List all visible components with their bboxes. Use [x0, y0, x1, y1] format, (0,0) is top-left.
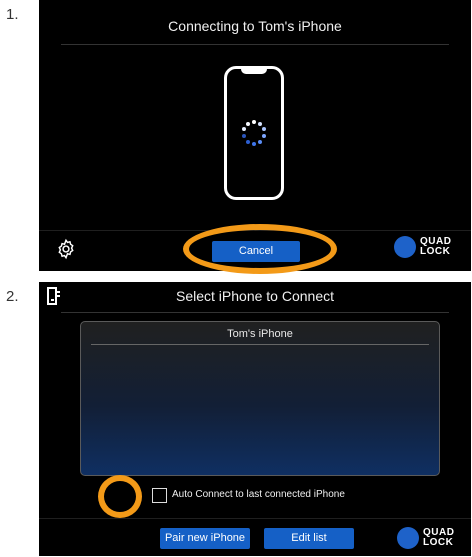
iphone-list-panel: Tom's iPhone — [80, 321, 440, 476]
select-iphone-title: Select iPhone to Connect — [176, 288, 334, 304]
quad-lock-logo-2: QUAD LOCK — [397, 527, 454, 549]
step-number-1: 1. — [6, 6, 19, 23]
title-divider-2 — [61, 312, 449, 313]
connecting-title: Connecting to Tom's iPhone — [168, 18, 342, 34]
gear-icon[interactable] — [55, 238, 77, 260]
logo-circle-icon — [394, 236, 416, 258]
edit-list-button[interactable]: Edit list — [264, 528, 354, 549]
iphone-list-item[interactable]: Tom's iPhone — [81, 328, 439, 340]
auto-connect-checkbox[interactable] — [152, 488, 167, 503]
cancel-highlight-ellipse — [183, 224, 337, 274]
auto-connect-label: Auto Connect to last connected iPhone — [172, 489, 345, 500]
title-divider — [61, 44, 449, 45]
quad-lock-logo: QUAD LOCK — [394, 236, 451, 258]
checkbox-highlight-ellipse — [98, 475, 142, 518]
phone-notch — [241, 66, 267, 74]
logo-line-2: LOCK — [420, 246, 451, 257]
list-item-separator — [91, 344, 429, 345]
logo-line-2: LOCK — [423, 537, 454, 548]
loading-spinner-icon — [242, 120, 266, 146]
logo-circle-icon — [397, 527, 419, 549]
phone-illustration — [224, 66, 284, 200]
bottom-bar-divider-2 — [39, 518, 471, 519]
step-number-2: 2. — [6, 288, 19, 305]
pair-new-iphone-button[interactable]: Pair new iPhone — [160, 528, 250, 549]
select-iphone-screen: Select iPhone to Connect Tom's iPhone Au… — [39, 282, 471, 556]
